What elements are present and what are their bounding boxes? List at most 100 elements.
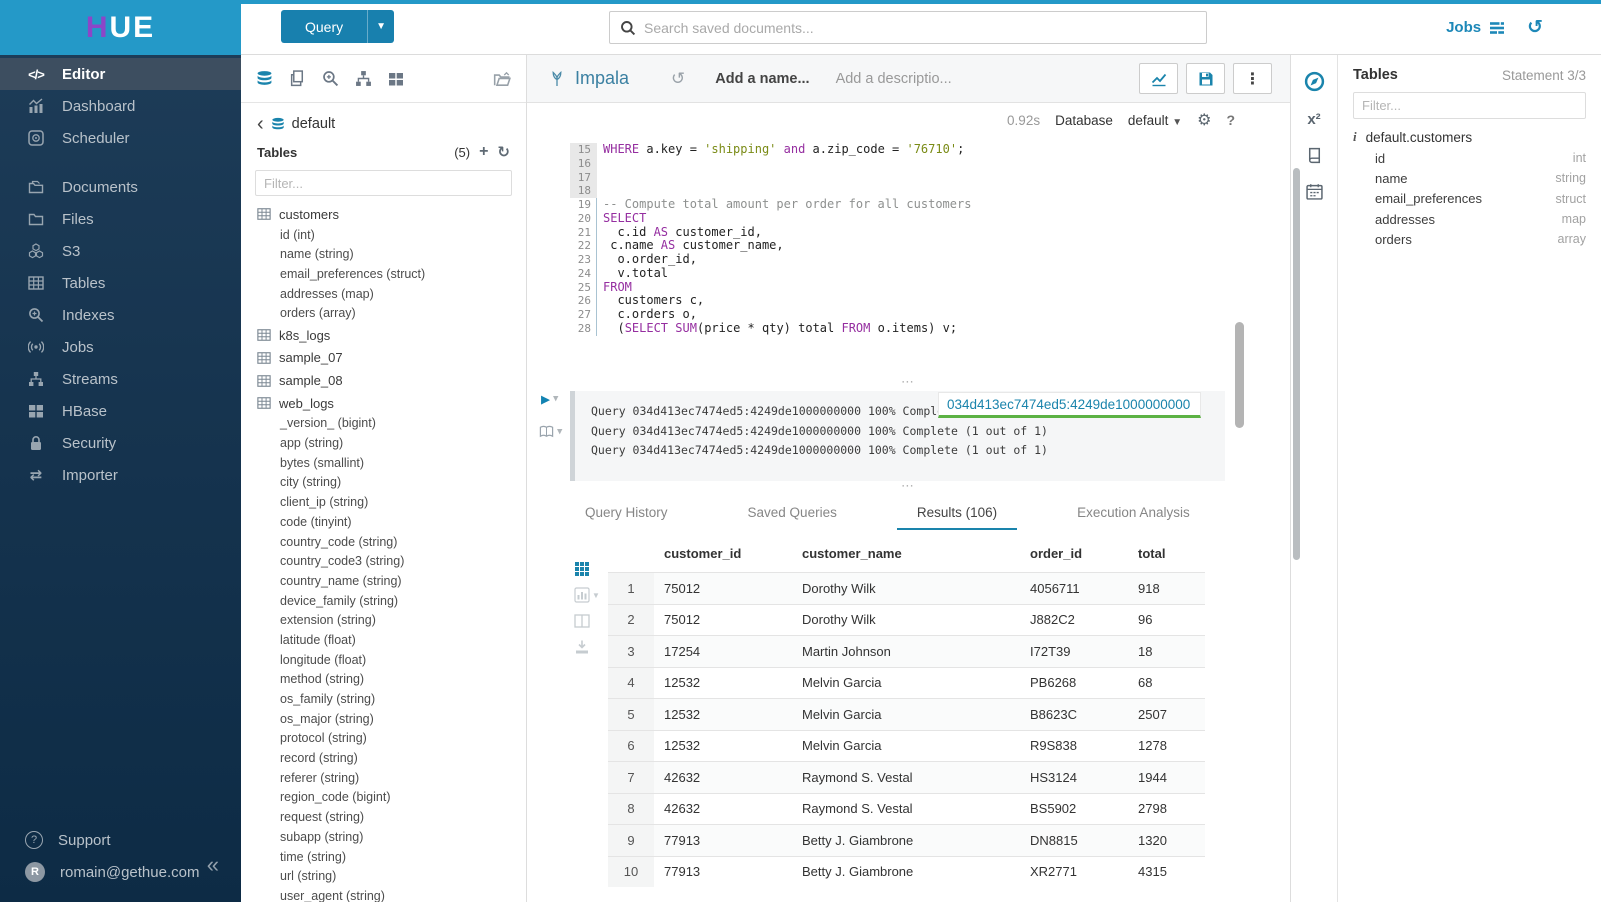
assist-filter-input[interactable] xyxy=(255,170,512,196)
new-query-button[interactable]: Query ▼ xyxy=(281,10,394,43)
column-header-customer_id[interactable]: customer_id xyxy=(654,546,802,561)
tab-query-history[interactable]: Query History xyxy=(565,499,688,530)
schedule-icon[interactable] xyxy=(1306,183,1323,200)
table-row[interactable]: 512532Melvin GarciaB8623C2507 xyxy=(608,698,1205,730)
tree-column[interactable]: user_agent (string) xyxy=(241,887,526,902)
assistant-compass-icon[interactable] xyxy=(1304,71,1325,92)
table-row[interactable]: 742632Raymond S. VestalHS31241944 xyxy=(608,761,1205,793)
sidebar-item-dashboard[interactable]: Dashboard xyxy=(0,90,241,122)
sitemap-icon[interactable] xyxy=(355,70,372,87)
tree-column[interactable]: country_code (string) xyxy=(241,533,526,553)
hue-logo[interactable]: HUE xyxy=(0,0,241,55)
tree-column[interactable]: country_name (string) xyxy=(241,572,526,592)
sidebar-item-hbase[interactable]: HBase xyxy=(0,395,241,427)
table-row[interactable]: 1077913Betty J. GiambroneXR27714315 xyxy=(608,856,1205,888)
sidebar-item-s3[interactable]: S3 xyxy=(0,235,241,267)
sidebar-item-files[interactable]: Files xyxy=(0,203,241,235)
right-filter-input[interactable] xyxy=(1353,92,1586,119)
more-options-button[interactable]: ⋮ xyxy=(1233,63,1272,94)
sidebar-item-indexes[interactable]: Indexes xyxy=(0,299,241,331)
right-column-id[interactable]: idint xyxy=(1375,148,1586,168)
execute-button[interactable]: ▶▼ xyxy=(541,390,558,408)
sql-editor[interactable]: 15WHERE a.key = 'shipping' and a.zip_cod… xyxy=(527,137,1290,377)
add-table-icon[interactable]: + xyxy=(479,143,488,161)
tree-table-sample_08[interactable]: sample_08 xyxy=(241,369,526,392)
sidebar-item-support[interactable]: ? Support xyxy=(0,824,241,856)
tree-column[interactable]: os_family (string) xyxy=(241,690,526,710)
history-icon[interactable]: ↺ xyxy=(1527,16,1543,39)
sidebar-item-documents[interactable]: Documents xyxy=(0,171,241,203)
query-history-icon[interactable]: ↺ xyxy=(671,69,685,89)
table-row[interactable]: 175012Dorothy Wilk4056711918 xyxy=(608,572,1205,604)
settings-gear-icon[interactable]: ⚙ xyxy=(1197,110,1211,130)
tree-column[interactable]: subapp (string) xyxy=(241,828,526,848)
table-row[interactable]: 275012Dorothy WilkJ882C296 xyxy=(608,604,1205,636)
tree-column[interactable]: longitude (float) xyxy=(241,651,526,671)
engine-selector[interactable]: Impala xyxy=(549,68,629,89)
grid-view-icon[interactable] xyxy=(574,561,608,577)
table-row[interactable]: 317254Martin JohnsonI72T3918 xyxy=(608,635,1205,667)
database-breadcrumb[interactable]: ‹ default xyxy=(241,103,526,134)
resize-handle-top[interactable]: ⋯ xyxy=(527,377,1290,391)
sidebar-collapse-icon[interactable]: « xyxy=(207,852,219,878)
right-column-email_preferences[interactable]: email_preferencesstruct xyxy=(1375,189,1586,209)
jobs-link[interactable]: Jobs xyxy=(1446,19,1505,36)
tree-column[interactable]: email_preferences (struct) xyxy=(241,265,526,285)
tree-column[interactable]: app (string) xyxy=(241,434,526,454)
chart-view-icon[interactable]: ▼ xyxy=(574,587,608,603)
tree-column[interactable]: record (string) xyxy=(241,749,526,769)
table-row[interactable]: 612532Melvin GarciaR9S8381278 xyxy=(608,730,1205,762)
back-icon[interactable]: ‹ xyxy=(257,117,264,131)
tree-column[interactable]: referer (string) xyxy=(241,769,526,789)
tree-column[interactable]: city (string) xyxy=(241,473,526,493)
tree-column[interactable]: extension (string) xyxy=(241,611,526,631)
tree-table-web_logs[interactable]: web_logs xyxy=(241,392,526,415)
tree-column[interactable]: client_ip (string) xyxy=(241,493,526,513)
tree-column[interactable]: addresses (map) xyxy=(241,285,526,305)
search-input[interactable] xyxy=(644,20,1196,36)
right-column-orders[interactable]: ordersarray xyxy=(1375,229,1586,249)
column-header-order_id[interactable]: order_id xyxy=(1030,546,1138,561)
tree-column[interactable]: orders (array) xyxy=(241,304,526,324)
tab-saved-queries[interactable]: Saved Queries xyxy=(728,499,857,530)
sidebar-item-security[interactable]: Security xyxy=(0,427,241,459)
databases-icon[interactable] xyxy=(256,70,273,87)
right-column-name[interactable]: namestring xyxy=(1375,168,1586,188)
active-table-row[interactable]: i default.customers xyxy=(1353,129,1586,145)
tree-column[interactable]: request (string) xyxy=(241,808,526,828)
documents-icon[interactable] xyxy=(289,70,306,87)
rail-scrollbar[interactable] xyxy=(1293,168,1300,560)
search-plus-icon[interactable] xyxy=(322,70,339,87)
table-tree[interactable]: customersid (int)name (string)email_pref… xyxy=(241,203,526,902)
chart-button[interactable] xyxy=(1139,63,1178,94)
language-reference-icon[interactable] xyxy=(1306,147,1323,164)
tree-column[interactable]: _version_ (bigint) xyxy=(241,414,526,434)
sidebar-item-jobs[interactable]: Jobs xyxy=(0,331,241,363)
tree-column[interactable]: device_family (string) xyxy=(241,592,526,612)
editor-scrollbar[interactable] xyxy=(1235,322,1244,428)
download-icon[interactable] xyxy=(574,639,608,655)
database-dropdown[interactable]: default ▼ xyxy=(1128,113,1182,128)
tree-column[interactable]: time (string) xyxy=(241,848,526,868)
sidebar-item-tables[interactable]: Tables xyxy=(0,267,241,299)
open-folder-icon[interactable] xyxy=(493,70,511,88)
query-description-field[interactable]: Add a descriptio... xyxy=(836,71,952,87)
resize-handle-bottom[interactable]: ⋯ xyxy=(527,481,1290,495)
save-button[interactable] xyxy=(1186,63,1225,94)
tree-column[interactable]: country_code3 (string) xyxy=(241,552,526,572)
tree-column[interactable]: region_code (bigint) xyxy=(241,788,526,808)
tree-column[interactable]: os_major (string) xyxy=(241,710,526,730)
tree-column[interactable]: name (string) xyxy=(241,245,526,265)
query-caret-icon[interactable]: ▼ xyxy=(367,10,394,43)
tree-column[interactable]: id (int) xyxy=(241,226,526,246)
tree-column[interactable]: code (tinyint) xyxy=(241,513,526,533)
functions-icon[interactable]: x² xyxy=(1307,111,1320,128)
column-header-customer_name[interactable]: customer_name xyxy=(802,546,1030,561)
tree-column[interactable]: latitude (float) xyxy=(241,631,526,651)
sidebar-item-importer[interactable]: ⇄Importer xyxy=(0,459,241,491)
tree-column[interactable]: protocol (string) xyxy=(241,729,526,749)
sidebar-item-editor[interactable]: </>Editor xyxy=(0,58,241,90)
tab-execution-analysis[interactable]: Execution Analysis xyxy=(1057,499,1210,530)
sidebar-item-scheduler[interactable]: Scheduler xyxy=(0,122,241,154)
query-name-field[interactable]: Add a name... xyxy=(715,71,809,87)
